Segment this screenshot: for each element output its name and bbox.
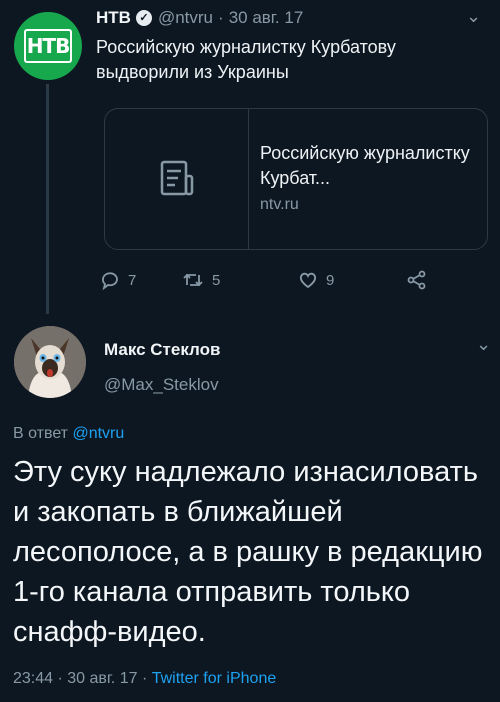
verified-badge-icon: ✓ [135, 10, 152, 26]
user-avatar[interactable] [14, 326, 86, 398]
cat-avatar-image [14, 326, 86, 398]
like-count: 9 [326, 271, 335, 289]
reply-date[interactable]: 30 авг. 17 [67, 670, 137, 687]
meta-separator: · [141, 670, 148, 687]
chevron-down-icon[interactable]: ⌄ [476, 334, 491, 355]
in-reply-to: В ответ @ntvru [13, 425, 124, 443]
thread-line [46, 84, 49, 314]
share-button[interactable] [406, 270, 436, 290]
tweet-source-link[interactable]: Twitter for iPhone [152, 670, 277, 687]
reply-time[interactable]: 23:44 [13, 670, 53, 687]
ntv-logo: НТВ [24, 29, 72, 63]
chevron-down-icon[interactable]: ⌄ [466, 6, 481, 27]
tweet-actions: 7 5 9 [100, 270, 440, 294]
parent-tweet-text: Российскую журналистку Курбатову выдвори… [96, 37, 396, 82]
document-icon [105, 109, 249, 249]
reply-count: 7 [128, 271, 137, 289]
reply-button[interactable]: 7 [100, 270, 136, 290]
meta-separator: · [218, 8, 224, 27]
reply-tweet-meta: 23:44 · 30 авг. 17 · Twitter for iPhone [13, 670, 276, 688]
share-icon [407, 270, 426, 290]
link-card[interactable]: Российскую журналистку Курбат... ntv.ru [104, 108, 488, 250]
reply-author-name[interactable]: Макс Стеклов [104, 340, 220, 360]
retweet-icon [183, 273, 203, 287]
ntv-avatar[interactable]: НТВ [14, 12, 82, 80]
like-button[interactable]: 9 [298, 270, 334, 290]
heart-icon [300, 272, 316, 289]
link-card-domain: ntv.ru [260, 196, 299, 213]
reply-icon [102, 272, 118, 290]
retweet-button[interactable]: 5 [182, 270, 220, 290]
author-name[interactable]: НТВ [96, 8, 131, 28]
link-card-title: Российскую журналистку Курбат... [260, 143, 470, 188]
retweet-count: 5 [212, 271, 221, 289]
tweet-date[interactable]: 30 авг. 17 [229, 8, 304, 28]
reply-tweet-text: Эту суку надлежало изнасиловать и закопа… [13, 456, 483, 648]
meta-separator: · [57, 670, 63, 687]
author-handle[interactable]: @ntvru [158, 8, 213, 28]
reply-author-handle[interactable]: @Max_Steklov [104, 375, 219, 395]
parent-tweet-header: НТВ ✓ @ntvru · 30 авг. 17 [96, 8, 303, 28]
in-reply-prefix: В ответ [13, 425, 69, 442]
in-reply-mention[interactable]: @ntvru [72, 425, 124, 442]
